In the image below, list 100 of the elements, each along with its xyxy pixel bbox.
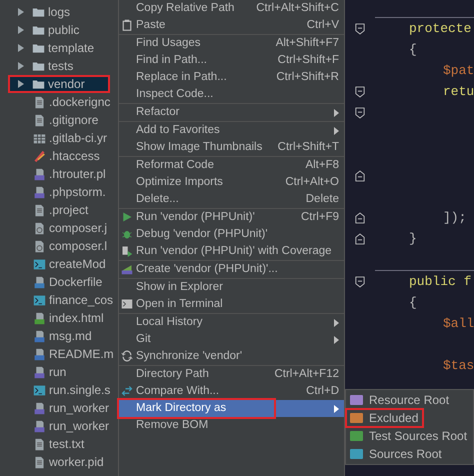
clipboard-icon	[121, 19, 133, 31]
shortcut-label: Ctrl+V	[306, 18, 339, 33]
shortcut-label: Ctrl+D	[306, 384, 339, 399]
tree-item[interactable]: .gitlab-ci.yr	[0, 129, 118, 147]
menu-item[interactable]: Compare With...	[136, 383, 298, 400]
tree-item[interactable]: msg.md	[0, 327, 118, 345]
tree-item[interactable]: run_worker	[0, 417, 118, 435]
menu-item[interactable]: Debug 'vendor (PHPUnit)'	[136, 226, 339, 243]
tree-item[interactable]: composer.j	[0, 219, 118, 237]
expand-arrow-icon[interactable]	[18, 44, 24, 52]
code-line: protecte	[409, 20, 472, 38]
menu-item[interactable]: Copy Relative Path	[136, 0, 248, 17]
menu-item[interactable]: Replace in Path...	[136, 69, 268, 86]
submenu-item[interactable]: Resource Root	[346, 391, 473, 409]
fold-marker-icon[interactable]	[355, 86, 365, 98]
menu-item[interactable]: Create 'vendor (PHPUnit)'...	[136, 261, 339, 278]
tree-item[interactable]: run	[0, 363, 118, 381]
code-line: $all	[443, 314, 474, 333]
file-icon	[33, 96, 46, 108]
folder-icon	[32, 78, 45, 90]
tree-item[interactable]: Dockerfile	[0, 273, 118, 291]
fold-marker-icon[interactable]	[355, 106, 365, 118]
table-icon	[33, 132, 46, 144]
tree-item[interactable]: public	[0, 21, 118, 39]
folder-icon	[32, 42, 45, 54]
terminal-icon	[33, 258, 46, 270]
tree-item[interactable]: run.single.s	[0, 381, 118, 399]
file-icon	[33, 456, 46, 468]
tree-item[interactable]: run_worker	[0, 399, 118, 417]
code-line: $pat	[443, 62, 474, 80]
tree-item[interactable]: logs	[0, 3, 118, 21]
shortcut-label: Ctrl+Shift+R	[276, 70, 339, 85]
code-line: $tas	[443, 356, 474, 375]
play-icon	[121, 211, 133, 223]
tree-item[interactable]: README.m	[0, 345, 118, 363]
menu-item[interactable]: Run 'vendor (PHPUnit)' with Coverage	[136, 243, 339, 260]
fold-marker-icon[interactable]	[355, 232, 365, 244]
shortcut-label: Ctrl+Alt+F12	[274, 366, 339, 382]
tree-item[interactable]: createMod	[0, 255, 118, 273]
menu-item[interactable]: Reformat Code	[136, 157, 298, 174]
menu-item[interactable]: Delete...	[136, 191, 298, 208]
compare-arrows-icon	[121, 385, 133, 397]
menu-item[interactable]: Local History	[136, 314, 334, 331]
tree-item[interactable]: finance_cos	[0, 291, 118, 309]
fold-marker-icon[interactable]	[355, 170, 365, 182]
menu-item[interactable]: Optimize Imports	[136, 174, 278, 191]
menu-item[interactable]: Inspect Code...	[136, 86, 339, 103]
menu-item[interactable]: Add to Favorites	[136, 122, 334, 139]
menu-item[interactable]: Synchronize 'vendor'	[136, 348, 339, 365]
file-icon	[33, 114, 46, 126]
tree-item[interactable]: index.html	[0, 309, 118, 327]
tree-item[interactable]: .gitignore	[0, 111, 118, 129]
tree-item[interactable]: .htrouter.pl	[0, 165, 118, 183]
fold-marker-icon[interactable]	[355, 22, 365, 34]
folder-icon	[32, 24, 45, 36]
code-line: retu	[443, 82, 474, 101]
menu-item[interactable]: Paste	[136, 17, 299, 34]
tree-item[interactable]: vendor	[8, 75, 110, 93]
menu-item[interactable]: Show Image Thumbnails	[136, 139, 270, 156]
shortcut-label: Ctrl+Shift+F	[278, 52, 339, 68]
shortcut-label: Alt+F8	[305, 158, 339, 173]
tree-item[interactable]: template	[0, 39, 118, 57]
code-line: }	[409, 230, 417, 248]
shortcut-label: Delete	[306, 192, 339, 207]
shortcut-label: Ctrl+F9	[300, 210, 339, 225]
refresh-icon	[121, 350, 133, 362]
fold-marker-icon[interactable]	[355, 212, 365, 224]
submenu-item[interactable]: Test Sources Root	[346, 427, 473, 445]
bug-icon	[121, 228, 133, 240]
shortcut-label: Ctrl+Alt+Shift+C	[256, 0, 339, 16]
menu-item[interactable]: Open in Terminal	[136, 296, 339, 313]
code-line: {	[409, 294, 417, 312]
code-line: ]);	[443, 208, 466, 227]
folder-icon	[32, 60, 45, 72]
menu-item[interactable]: Find Usages	[136, 35, 268, 52]
tree-item[interactable]: worker.pid	[0, 453, 118, 471]
tree-item[interactable]: .dockerignc	[0, 93, 118, 111]
folder-icon	[32, 6, 45, 18]
menu-item[interactable]: Show in Explorer	[136, 279, 339, 296]
submenu-item[interactable]: Sources Root	[346, 445, 473, 463]
menu-item[interactable]: Run 'vendor (PHPUnit)'	[136, 209, 293, 226]
expand-arrow-icon[interactable]	[18, 80, 24, 88]
menu-item[interactable]: Remove BOM	[136, 417, 339, 434]
terminal-icon	[33, 384, 46, 396]
tree-item[interactable]: composer.l	[0, 237, 118, 255]
terminal-icon	[121, 298, 133, 310]
menu-item[interactable]: Refactor	[136, 104, 334, 121]
tree-item[interactable]: test.txt	[0, 435, 118, 453]
menu-item[interactable]: Git	[136, 331, 334, 348]
menu-item[interactable]: Directory Path	[136, 366, 266, 383]
tree-item[interactable]: .phpstorm.	[0, 183, 118, 201]
tree-item[interactable]: .htaccess	[0, 147, 118, 165]
expand-arrow-icon[interactable]	[18, 26, 24, 34]
menu-item[interactable]: Find in Path...	[136, 52, 270, 69]
fold-marker-icon[interactable]	[355, 276, 365, 288]
file-icon	[33, 204, 46, 216]
submenu-item[interactable]: Excluded	[346, 409, 423, 427]
expand-arrow-icon[interactable]	[18, 8, 24, 16]
tree-item[interactable]: .project	[0, 201, 118, 219]
shortcut-label: Alt+Shift+F7	[276, 36, 339, 51]
